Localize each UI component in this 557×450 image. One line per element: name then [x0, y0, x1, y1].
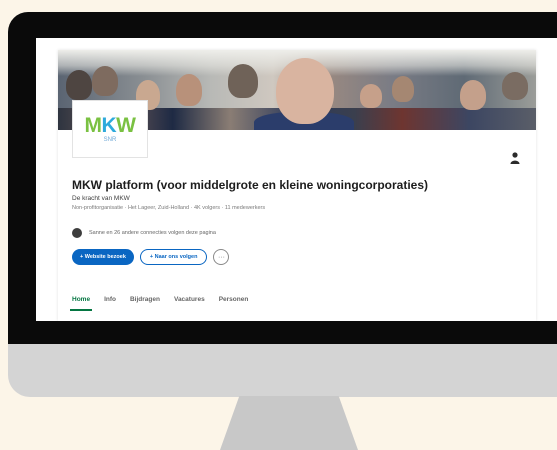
banner-person — [176, 74, 202, 106]
tab-people[interactable]: Personen — [219, 296, 249, 311]
banner-person — [460, 80, 486, 110]
tab-jobs[interactable]: Vacatures — [174, 296, 205, 311]
company-profile-card: MKW SNR MKW platform (voor middelgrote e… — [58, 50, 536, 321]
banner-person — [66, 70, 92, 100]
banner-person — [392, 76, 414, 102]
company-meta: Non-profitorganisatie · Het Lageer, Zuid… — [72, 205, 266, 211]
monitor-stand — [220, 396, 358, 450]
follow-button[interactable]: + Naar ons volgen — [139, 249, 208, 265]
connections-text: Sanne en 26 andere connecties volgen dez… — [89, 230, 216, 236]
company-logo[interactable]: MKW SNR — [72, 100, 148, 158]
banner-person — [228, 64, 258, 98]
logo-letter-k: K — [101, 114, 117, 137]
action-buttons: + Website bezoek + Naar ons volgen ··· — [72, 249, 230, 265]
tab-home[interactable]: Home — [69, 296, 93, 311]
visit-website-button[interactable]: + Website bezoek — [72, 249, 134, 265]
banner-person — [360, 84, 382, 108]
logo-letter-w: W — [116, 114, 136, 137]
visit-website-label: + Website bezoek — [80, 254, 126, 260]
page-tabs: Home Info Bijdragen Vacatures Personen — [69, 296, 249, 311]
tab-posts[interactable]: Bijdragen — [130, 296, 160, 311]
connections-row[interactable]: Sanne en 26 andere connecties volgen dez… — [72, 228, 216, 238]
company-tagline: De kracht van MKW — [72, 195, 130, 202]
tab-info[interactable]: Info — [104, 296, 116, 311]
logo-letter-m: M — [84, 114, 103, 137]
more-icon: ··· — [217, 253, 225, 261]
logo-subtext: SNR — [103, 137, 117, 143]
company-name: MKW platform (voor middelgrote en kleine… — [72, 178, 429, 192]
monitor-screen: MKW SNR MKW platform (voor middelgrote e… — [36, 38, 557, 321]
connection-avatar-icon — [72, 228, 82, 238]
person-icon[interactable] — [510, 152, 520, 164]
banner-person-main — [276, 58, 334, 124]
banner-person — [92, 66, 118, 96]
banner-person — [502, 72, 528, 100]
logo-wordmark: MKW — [84, 114, 137, 137]
follow-label: + Naar ons volgen — [149, 254, 198, 260]
more-options-button[interactable]: ··· — [213, 249, 230, 265]
